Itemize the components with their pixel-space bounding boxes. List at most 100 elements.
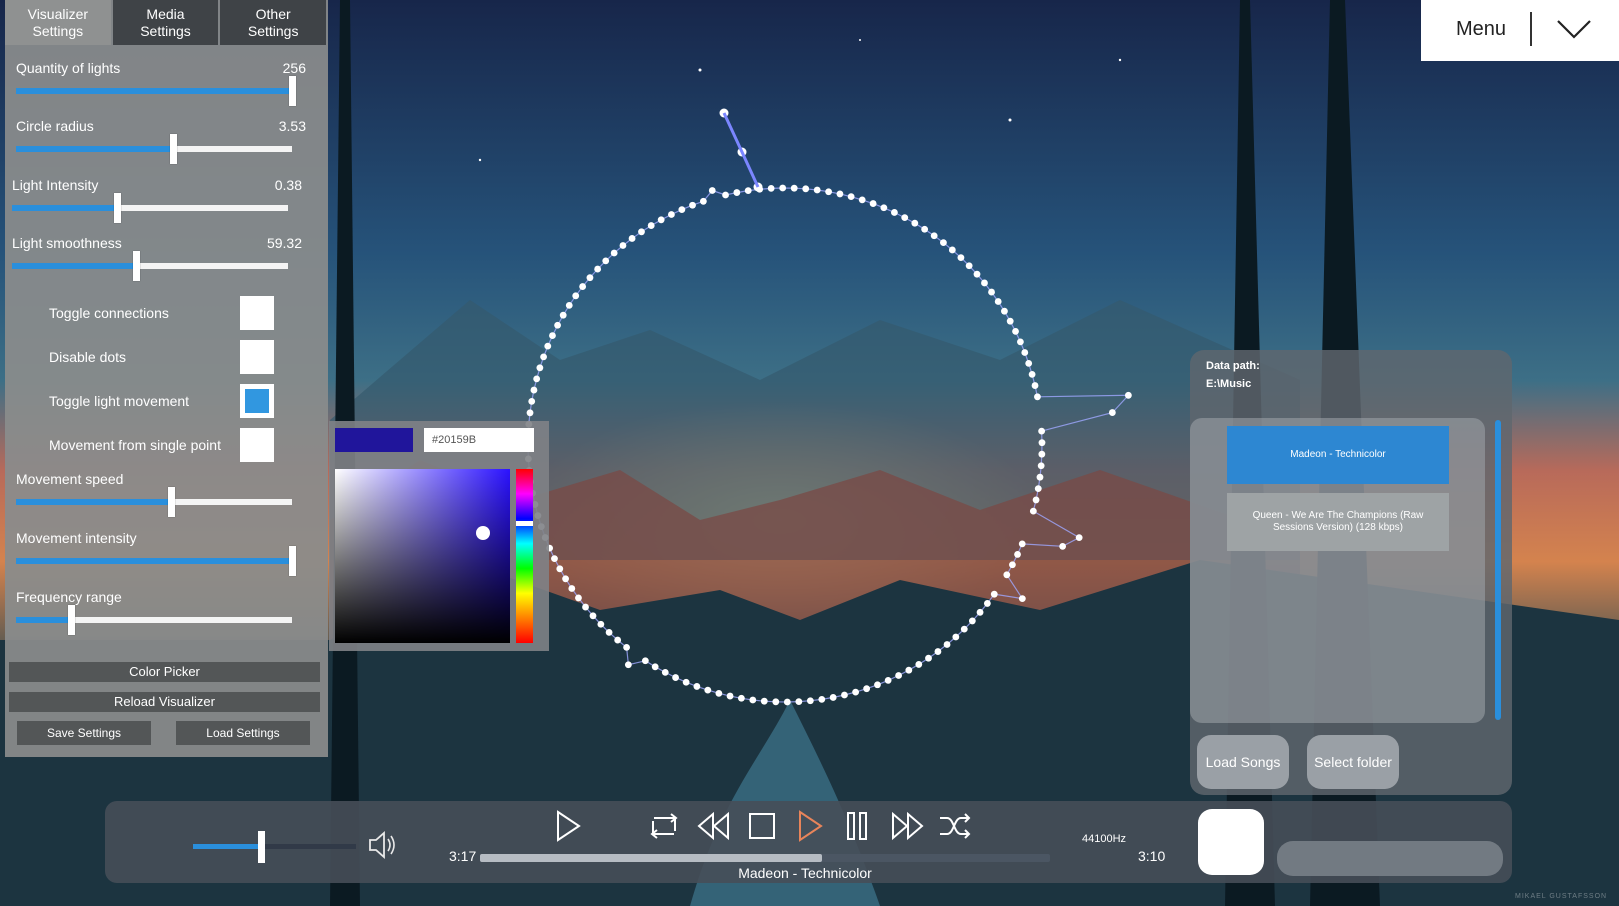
ring-dot (1025, 359, 1033, 367)
ring-dot (556, 565, 564, 573)
ring-dot (952, 633, 960, 641)
load-songs-button[interactable]: Load Songs (1197, 735, 1289, 789)
color-handle[interactable] (476, 526, 490, 540)
ring-dot (540, 353, 547, 361)
ring-dot (779, 184, 787, 192)
ring-dot (852, 688, 860, 696)
color-picker-button[interactable]: Color Picker (9, 662, 320, 682)
ring-dot (880, 204, 888, 212)
load-settings-button[interactable]: Load Settings (176, 721, 310, 745)
ring-dot (551, 555, 558, 562)
ring-dot (1018, 540, 1026, 548)
slider-track[interactable] (12, 251, 288, 281)
secondary-bar[interactable] (1277, 841, 1503, 876)
toggle-connections-checkbox[interactable] (240, 296, 274, 330)
ring-dot (605, 628, 613, 636)
hue-slider[interactable] (516, 469, 533, 643)
slider-thumb[interactable] (133, 251, 141, 281)
playlist-scrollbar[interactable] (1495, 420, 1501, 720)
ring-dot (568, 585, 576, 592)
ring-dot (921, 225, 929, 233)
play-icon[interactable] (553, 809, 583, 843)
ring-dot (1031, 382, 1039, 389)
slider-thumb[interactable] (289, 76, 296, 106)
slider-thumb[interactable] (68, 605, 76, 635)
slider-track[interactable] (16, 134, 292, 164)
ring-dot (704, 686, 712, 694)
slider-track[interactable] (12, 193, 288, 223)
ring-dot (1003, 571, 1011, 579)
ring-dot (925, 654, 932, 662)
ring-dot (536, 364, 544, 372)
disable-dots-checkbox[interactable] (240, 340, 274, 374)
menu-label: Menu (1456, 18, 1507, 40)
ring-dot (1012, 328, 1019, 335)
slider-track[interactable] (16, 605, 292, 635)
ring-dot (869, 200, 877, 207)
slider-value: 256 (282, 60, 306, 76)
slider-fill (16, 88, 292, 94)
settings-tabs: Visualizer Settings Media Settings Other… (5, 0, 328, 45)
ring-dot (1036, 473, 1044, 481)
play-icon[interactable] (795, 809, 825, 843)
slider-track[interactable] (16, 546, 296, 576)
slider-track[interactable] (16, 76, 296, 106)
slider-label: Movement speed (16, 471, 124, 487)
slider-thumb[interactable] (170, 134, 178, 164)
ring-dot (1034, 485, 1042, 493)
ring-dot (915, 661, 923, 668)
shuffle-icon[interactable] (937, 809, 973, 843)
tab-visualizer-settings[interactable]: Visualizer Settings (5, 0, 111, 45)
select-folder-button[interactable]: Select folder (1307, 735, 1399, 789)
repeat-icon[interactable] (645, 809, 683, 843)
ring-dot (818, 695, 826, 703)
ring-dot (795, 698, 803, 706)
tab-media-settings[interactable]: Media Settings (112, 0, 219, 45)
toggle-label: Disable dots (49, 349, 127, 365)
song-item[interactable]: Queen - We Are The Champions (Raw Sessio… (1227, 493, 1449, 551)
speaker-icon[interactable] (367, 829, 397, 861)
menu-button[interactable]: Menu (1421, 0, 1619, 61)
slider-label: Movement intensity (16, 530, 137, 546)
toggle-light-movement-checkbox[interactable] (240, 384, 274, 418)
slider-thumb[interactable] (289, 546, 296, 576)
volume-thumb[interactable] (258, 831, 266, 863)
ring-dot (895, 672, 902, 679)
volume-fill (193, 844, 259, 849)
ring-dot (1014, 551, 1021, 558)
sample-rate: 44100Hz (1082, 833, 1127, 845)
ring-dot (983, 600, 991, 607)
ring-dot (641, 657, 649, 665)
rewind-icon[interactable] (696, 809, 732, 843)
ring-dot (597, 620, 605, 628)
movement-single-point-checkbox[interactable] (240, 428, 274, 462)
slider-label: Frequency range (16, 589, 122, 605)
pause-icon[interactable] (843, 809, 871, 843)
slider-track[interactable] (16, 487, 292, 517)
saturation-value-area[interactable] (335, 469, 510, 643)
ring-dot (863, 685, 871, 693)
ring-dot (884, 676, 892, 684)
ring-dot (619, 242, 627, 249)
ring-dot (1018, 595, 1026, 602)
save-settings-button[interactable]: Save Settings (17, 721, 151, 745)
ring-dot (976, 608, 984, 616)
slider-value: 3.53 (278, 118, 306, 134)
progress-bar[interactable] (480, 854, 1050, 862)
ring-dot (1038, 450, 1046, 458)
playlist-panel: Data path: E:\Music Madeon - Technicolor… (1190, 350, 1512, 795)
fast-forward-icon[interactable] (889, 809, 925, 843)
chevron-down-icon (1557, 20, 1591, 39)
hue-handle[interactable] (516, 521, 533, 526)
volume-slider[interactable] (193, 831, 356, 863)
ring-dot (1001, 307, 1008, 315)
reload-visualizer-button[interactable]: Reload Visualizer (9, 692, 320, 712)
slider-thumb[interactable] (113, 193, 121, 223)
slider-thumb[interactable] (167, 487, 175, 517)
hex-color-input[interactable] (424, 428, 534, 452)
ring-dot (582, 603, 589, 611)
ring-dot (1037, 462, 1045, 470)
tab-other-settings[interactable]: Other Settings (220, 0, 327, 45)
stop-icon[interactable] (746, 809, 778, 843)
song-item[interactable]: Madeon - Technicolor (1227, 426, 1449, 484)
